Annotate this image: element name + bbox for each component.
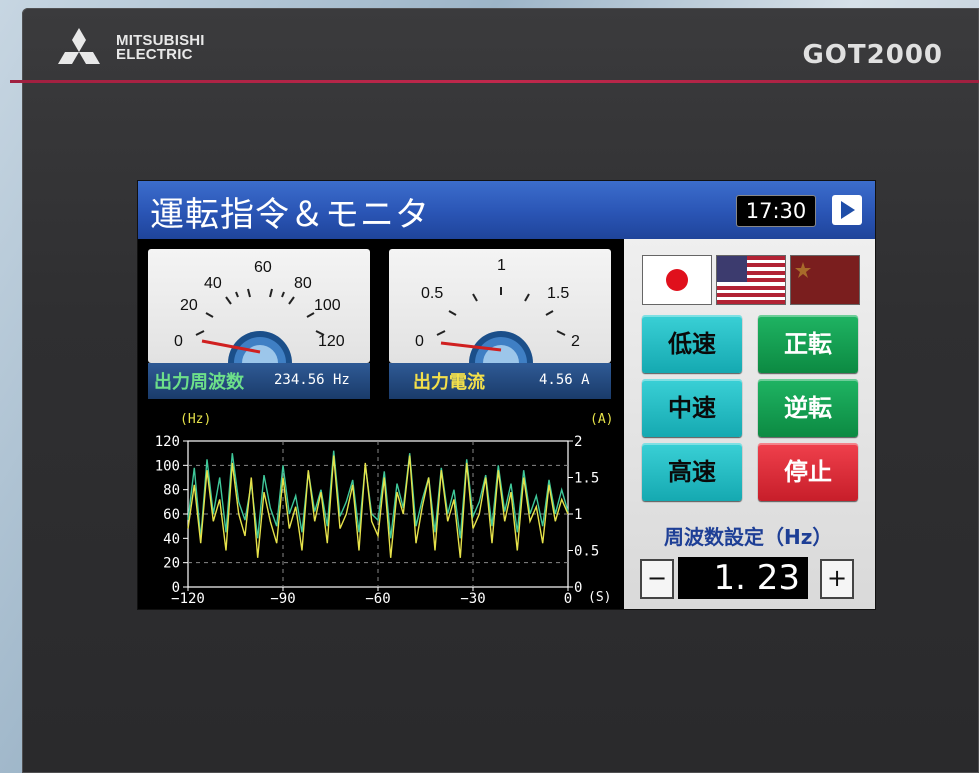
mid-speed-button[interactable]: 中速 xyxy=(642,379,742,437)
gauge-tick: 2 xyxy=(571,333,580,350)
gauge-tick: 0 xyxy=(174,333,183,350)
gauge-tick: 60 xyxy=(254,259,272,276)
accent-line xyxy=(10,80,979,83)
japan-flag-icon-graphic xyxy=(666,269,688,291)
y-tick-label: 120 xyxy=(155,434,180,450)
y-tick-label: 80 xyxy=(163,483,180,499)
touch-screen: 運転指令＆モニタ 17:30 0 20 40 60 80 100 120 出力周… xyxy=(137,180,876,610)
x-tick-label: −30 xyxy=(460,591,485,605)
decrement-button[interactable]: − xyxy=(640,559,674,599)
frequency-setting-label: 周波数設定（Hz） xyxy=(664,525,833,549)
chart-grid xyxy=(187,440,569,588)
y-right-tick-label: 1 xyxy=(574,507,582,523)
gauge-tick: 120 xyxy=(318,333,345,350)
usa-flag-icon[interactable] xyxy=(716,255,786,305)
gauge-label-bar: 出力電流 4.56 A xyxy=(389,363,611,399)
y-axis-right-label: (A) xyxy=(590,412,613,427)
brand-logo: MITSUBISHI ELECTRIC xyxy=(48,28,205,68)
y-right-tick-label: 2 xyxy=(574,434,582,450)
y-tick-label: 40 xyxy=(163,531,180,547)
y-right-tick-label: 0.5 xyxy=(574,544,599,560)
y-axis-left-label: (Hz) xyxy=(180,412,211,427)
y-tick-label: 20 xyxy=(163,556,180,572)
x-tick-label: 0 xyxy=(564,591,572,605)
china-flag-icon[interactable] xyxy=(790,255,860,305)
y-right-tick-label: 1.5 xyxy=(574,471,599,487)
gauge-tick: 80 xyxy=(294,275,312,292)
stop-button[interactable]: 停止 xyxy=(758,443,858,501)
y-tick-label: 60 xyxy=(163,507,180,523)
gauge-tick: 0 xyxy=(415,333,424,350)
model-name: GOT2000 xyxy=(802,40,943,70)
usa-flag-icon-graphic xyxy=(717,256,785,304)
gauge-tick: 40 xyxy=(204,275,222,292)
x-axis-label: (S) xyxy=(588,590,611,605)
gauge-label-bar: 出力周波数 234.56 Hz xyxy=(148,363,370,399)
clock-display: 17:30 xyxy=(736,195,816,227)
frequency-label: 出力周波数 xyxy=(154,372,244,393)
japan-flag-icon[interactable] xyxy=(642,255,712,305)
current-value: 4.56 A xyxy=(539,372,590,388)
current-label: 出力電流 xyxy=(413,372,485,393)
forward-button[interactable]: 正転 xyxy=(758,315,858,373)
trend-chart: (Hz) (A) (S) 0 20 40 60 80 100 120 0 0.5 1 1.5 2 −12… xyxy=(155,412,614,605)
control-panel: 低速 正転 中速 逆転 高速 停止 周波数設定（Hz） − 1. 23 + xyxy=(624,239,875,609)
reverse-button[interactable]: 逆転 xyxy=(758,379,858,437)
x-tick-label: −90 xyxy=(270,591,295,605)
gauge-tick: 0.5 xyxy=(421,285,444,302)
mitsubishi-logo-icon xyxy=(58,28,100,64)
gauge-face: 0 20 40 60 80 100 120 xyxy=(148,249,370,363)
gauge-tick: 1 xyxy=(497,257,506,274)
frequency-gauge: 0 20 40 60 80 100 120 出力周波数 234.56 Hz xyxy=(148,249,370,399)
play-arrow-icon xyxy=(841,201,855,219)
y-right-tick-label: 0 xyxy=(574,580,582,596)
x-tick-label: −60 xyxy=(365,591,390,605)
current-gauge: 0 0.5 1 1.5 2 出力電流 4.56 A xyxy=(389,249,611,399)
gauge-face: 0 0.5 1 1.5 2 xyxy=(389,249,611,363)
gauge-tick: 20 xyxy=(180,297,198,314)
gauge-tick: 100 xyxy=(314,297,341,314)
title-bar: 運転指令＆モニタ 17:30 xyxy=(138,181,875,239)
next-screen-button[interactable] xyxy=(832,195,862,225)
brand-line-2: ELECTRIC xyxy=(116,46,193,63)
monitor-panel: 0 20 40 60 80 100 120 出力周波数 234.56 Hz 0 … xyxy=(138,239,624,609)
low-speed-button[interactable]: 低速 xyxy=(642,315,742,373)
increment-button[interactable]: + xyxy=(820,559,854,599)
frequency-setting-input[interactable]: 1. 23 xyxy=(678,557,808,599)
china-flag-icon-graphic xyxy=(791,256,859,304)
gauge-tick: 1.5 xyxy=(547,285,570,302)
x-tick-label: −120 xyxy=(171,591,205,605)
high-speed-button[interactable]: 高速 xyxy=(642,443,742,501)
y-tick-label: 100 xyxy=(155,458,180,474)
frequency-value: 234.56 Hz xyxy=(274,372,350,388)
brand-text: MITSUBISHI ELECTRIC xyxy=(116,33,205,63)
screen-title: 運転指令＆モニタ xyxy=(150,195,430,235)
